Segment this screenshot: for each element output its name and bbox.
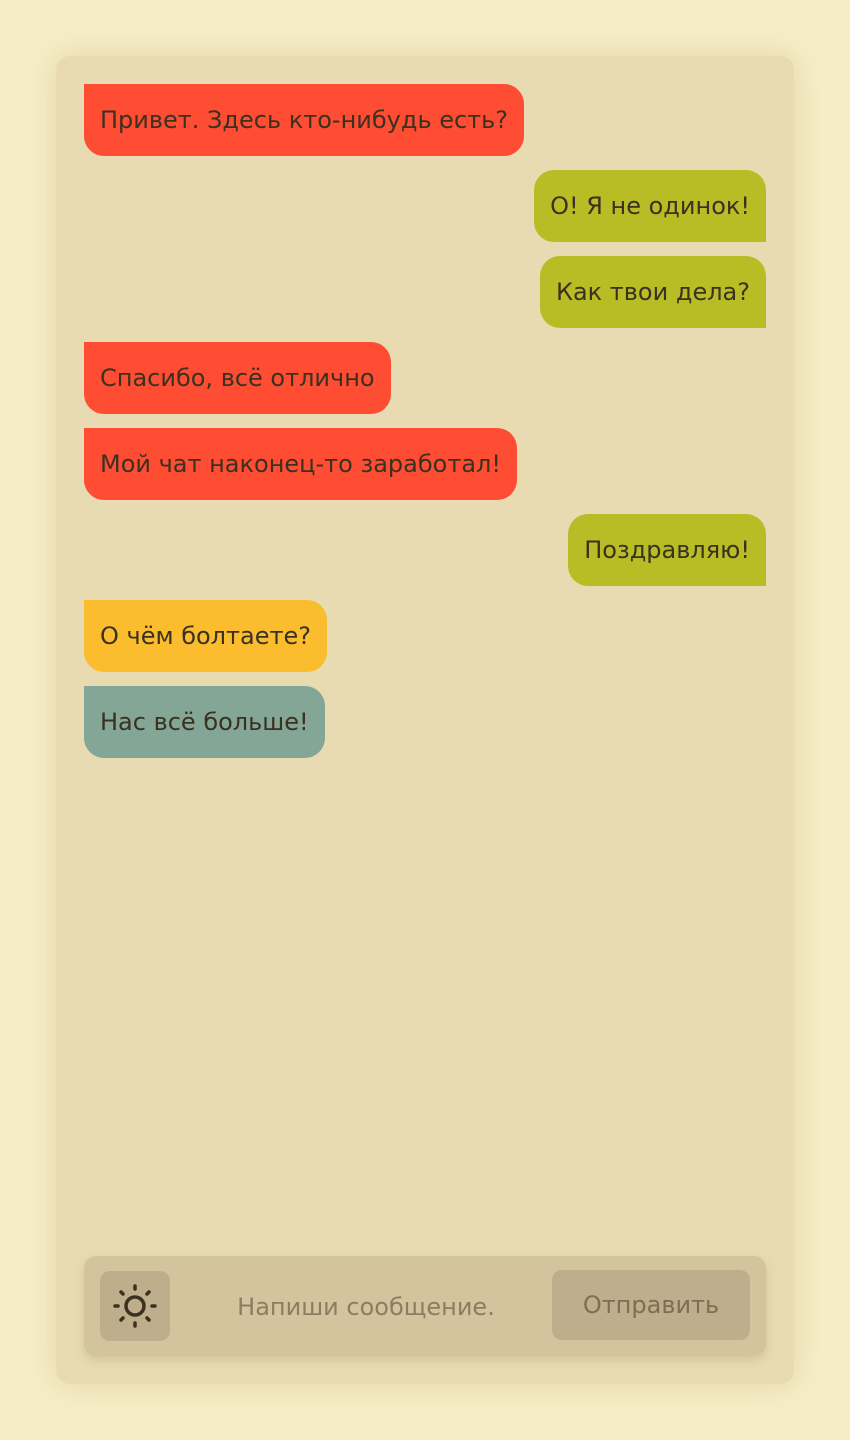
message-bubble: Как твои дела? xyxy=(539,256,766,328)
message-input[interactable] xyxy=(194,1271,538,1343)
message-input-bar: Отправить xyxy=(84,1256,766,1356)
message-bubble: Поздравляю! xyxy=(568,514,766,586)
message-row: Поздравляю! xyxy=(84,514,766,586)
chat-window: Привет. Здесь кто-нибудь есть? О! Я не о… xyxy=(56,56,794,1384)
message-row: Мой чат наконец-то заработал! xyxy=(84,428,766,500)
message-bubble: Привет. Здесь кто-нибудь есть? xyxy=(84,84,525,156)
message-bubble: Мой чат наконец-то заработал! xyxy=(84,428,517,500)
message-bubble: О чём болтаете? xyxy=(84,600,327,672)
message-row: Нас всё больше! xyxy=(84,686,766,758)
message-list: Привет. Здесь кто-нибудь есть? О! Я не о… xyxy=(84,84,766,772)
message-row: О! Я не одинок! xyxy=(84,170,766,242)
message-row: Как твои дела? xyxy=(84,256,766,328)
message-bubble: Спасибо, всё отлично xyxy=(84,342,391,414)
message-row: О чём болтаете? xyxy=(84,600,766,672)
send-button[interactable]: Отправить xyxy=(552,1270,750,1340)
message-row: Привет. Здесь кто-нибудь есть? xyxy=(84,84,766,156)
message-bubble: Нас всё больше! xyxy=(84,686,325,758)
message-bubble: О! Я не одинок! xyxy=(534,170,766,242)
message-row: Спасибо, всё отлично xyxy=(84,342,766,414)
sun-icon xyxy=(113,1284,157,1328)
theme-toggle-button[interactable] xyxy=(100,1271,170,1341)
